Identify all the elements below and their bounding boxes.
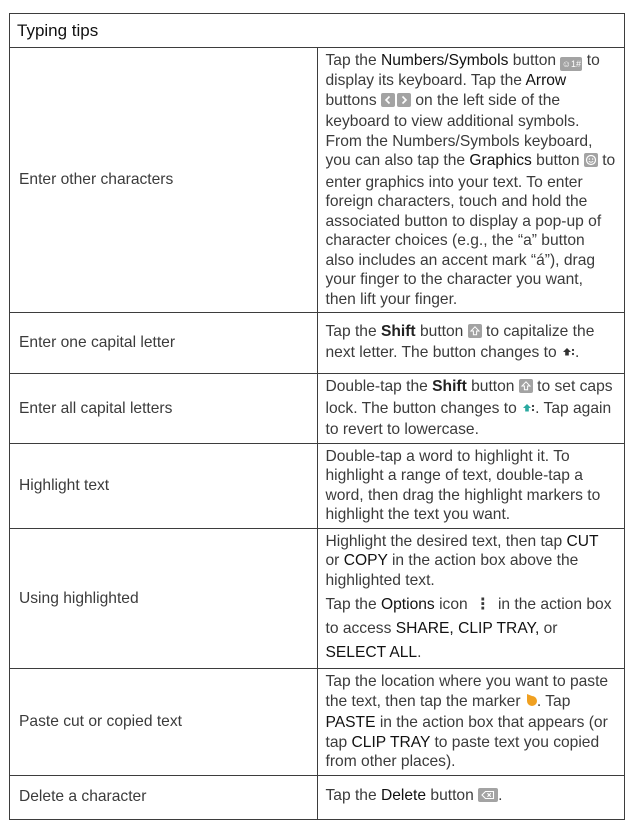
arrow-left-key-icon bbox=[380, 92, 395, 113]
table-row: Highlight text Double-tap a word to high… bbox=[9, 442, 625, 529]
emphasis: Shift bbox=[432, 378, 467, 395]
text: . bbox=[575, 344, 580, 361]
emphasis: SHARE, CLIP TRAY, bbox=[395, 620, 540, 637]
text: Tap the bbox=[325, 52, 381, 69]
shift-on-icon bbox=[561, 345, 575, 365]
text: button bbox=[508, 52, 561, 69]
row-description: Double-tap a word to highlight it. To hi… bbox=[316, 442, 625, 529]
text: button bbox=[531, 152, 584, 169]
emphasis: Delete bbox=[380, 787, 427, 805]
text: Tap the bbox=[325, 787, 381, 805]
graphics-smiley-icon bbox=[583, 153, 598, 173]
text: button bbox=[426, 787, 479, 805]
emphasis: Graphics bbox=[469, 152, 532, 169]
text: buttons bbox=[325, 91, 381, 109]
shift-key-icon bbox=[467, 323, 482, 344]
text: . Tap bbox=[536, 692, 571, 710]
row-label: Highlight text bbox=[9, 442, 318, 529]
text: Tap the bbox=[325, 322, 381, 340]
row-description: Tap the Shift button to capitalize the n… bbox=[316, 312, 625, 374]
table-row: Enter all capital letters Double-tap the… bbox=[9, 373, 625, 444]
table-row: Using highlighted Highlight the desired … bbox=[9, 527, 625, 669]
table-header-row: Typing tips bbox=[9, 13, 625, 48]
text: button bbox=[415, 322, 468, 340]
text: or bbox=[539, 620, 558, 637]
text: Tap the bbox=[325, 596, 381, 613]
text: button bbox=[466, 378, 519, 395]
emphasis: COPY bbox=[343, 552, 388, 569]
text: icon bbox=[434, 596, 473, 613]
row-description: Highlight the desired text, then tap CUT… bbox=[316, 527, 625, 669]
emphasis: CLIP TRAY bbox=[351, 733, 431, 751]
delete-key-icon bbox=[478, 788, 499, 808]
emphasis: Shift bbox=[380, 322, 416, 340]
row-description: Tap the location where you want to paste… bbox=[316, 668, 625, 776]
paragraph: Tap the Options icon ⋮ in the action box… bbox=[326, 593, 617, 665]
paragraph: Highlight the desired text, then tap CUT… bbox=[326, 532, 617, 591]
row-description: Double-tap the Shift button to set caps … bbox=[316, 373, 625, 444]
row-label: Paste cut or copied text bbox=[9, 668, 318, 776]
row-label: Enter all capital letters bbox=[9, 373, 318, 444]
row-label: Using highlighted bbox=[9, 527, 318, 669]
emphasis: SELECT ALL bbox=[325, 644, 418, 661]
text: or bbox=[325, 552, 344, 569]
typing-tips-table: Typing tips Enter other characters Tap t… bbox=[9, 13, 625, 820]
emphasis: Numbers/Symbols bbox=[380, 52, 509, 69]
paste-marker-icon bbox=[525, 693, 537, 714]
emphasis: PASTE bbox=[325, 714, 376, 731]
emphasis: Options bbox=[380, 596, 435, 613]
arrow-right-key-icon bbox=[396, 92, 411, 113]
emphasis: CUT bbox=[566, 532, 599, 550]
text: . bbox=[498, 787, 503, 805]
row-label: Delete a character bbox=[9, 774, 318, 820]
text: Highlight the desired text, then tap bbox=[325, 532, 567, 550]
text: to enter graphics into your text. To ent… bbox=[325, 152, 616, 308]
shift-key-icon bbox=[518, 379, 533, 399]
numbers-symbols-key-icon: ☺1# bbox=[560, 57, 583, 71]
text: Double-tap the bbox=[325, 378, 433, 395]
row-label: Enter other characters bbox=[9, 47, 318, 313]
text: . bbox=[417, 644, 422, 661]
table-row: Enter one capital letter Tap the Shift b… bbox=[9, 312, 625, 374]
table-row: Enter other characters Tap the Numbers/S… bbox=[9, 47, 625, 313]
row-description: Tap the Delete button . bbox=[316, 774, 625, 820]
options-icon: ⋮ bbox=[475, 596, 491, 613]
table-row: Paste cut or copied text Tap the locatio… bbox=[9, 668, 625, 776]
table-title: Typing tips bbox=[9, 13, 625, 48]
table-row: Delete a character Tap the Delete button… bbox=[9, 774, 625, 820]
emphasis: Arrow bbox=[525, 72, 567, 89]
row-label: Enter one capital letter bbox=[9, 312, 318, 374]
row-description: Tap the Numbers/Symbols button ☺1# to di… bbox=[316, 47, 625, 313]
caps-lock-icon bbox=[521, 401, 535, 421]
